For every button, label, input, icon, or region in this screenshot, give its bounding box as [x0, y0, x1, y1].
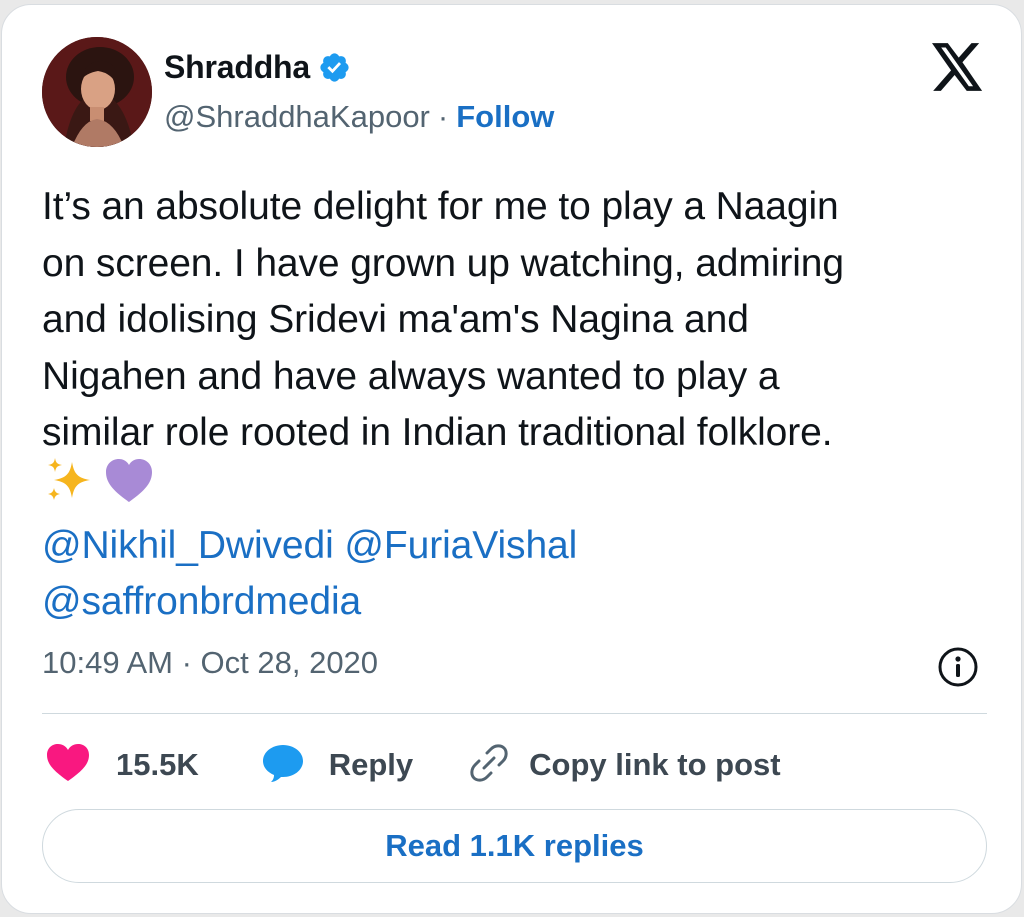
tweet-text-line: Nigahen and have always wanted to play a — [42, 354, 780, 398]
follow-button[interactable]: Follow — [456, 99, 554, 135]
mention-link[interactable]: @saffronbrdmedia — [42, 580, 361, 623]
tweet-text-line: similar role rooted in Indian traditiona… — [42, 411, 833, 454]
read-replies-button[interactable]: Read 1.1K replies — [42, 809, 987, 883]
emoji-row — [42, 458, 992, 518]
tweet-text-line: on screen. I have grown up watching, adm… — [42, 241, 844, 285]
link-icon — [469, 743, 509, 788]
heart-icon — [46, 743, 90, 788]
handle-separator: · — [437, 99, 449, 134]
x-logo-icon[interactable] — [932, 43, 984, 91]
action-bar: 15.5K Reply Copy link to post — [46, 737, 781, 793]
tweet-text: It’s an absolute delight for me to play … — [42, 179, 992, 631]
like-button[interactable]: 15.5K — [46, 743, 199, 788]
author-name-row: Shraddha — [164, 49, 351, 86]
divider — [42, 713, 987, 714]
speech-bubble-icon — [261, 743, 305, 788]
author-handle[interactable]: @ShraddhaKapoor — [164, 99, 430, 135]
purple-heart-emoji-icon — [104, 458, 154, 521]
tweet-card: Shraddha @ShraddhaKapoor · Follow It’s a… — [1, 4, 1022, 914]
sparkles-emoji-icon — [42, 456, 98, 523]
author-handle-row: @ShraddhaKapoor · Follow — [164, 99, 554, 135]
like-count: 15.5K — [116, 747, 199, 782]
avatar-image — [42, 37, 152, 147]
mention-link[interactable]: @Nikhil_Dwivedi — [42, 524, 334, 567]
reply-button[interactable]: Reply — [261, 743, 413, 788]
copy-link-label: Copy link to post — [529, 747, 781, 782]
reply-label: Reply — [328, 747, 414, 782]
copy-link-button[interactable]: Copy link to post — [469, 743, 781, 788]
tweet-text-line: and idolising Sridevi ma'am's Nagina and — [42, 298, 749, 341]
author-display-name[interactable]: Shraddha — [164, 49, 310, 86]
tweet-timestamp[interactable]: 10:49 AM · Oct 28, 2020 — [42, 645, 378, 681]
avatar[interactable] — [42, 37, 152, 147]
verified-badge-icon — [318, 51, 351, 84]
info-icon[interactable] — [937, 646, 979, 688]
tweet-text-line: It’s an absolute delight for me to play … — [42, 185, 839, 228]
mention-link[interactable]: @FuriaVishal — [344, 524, 577, 567]
